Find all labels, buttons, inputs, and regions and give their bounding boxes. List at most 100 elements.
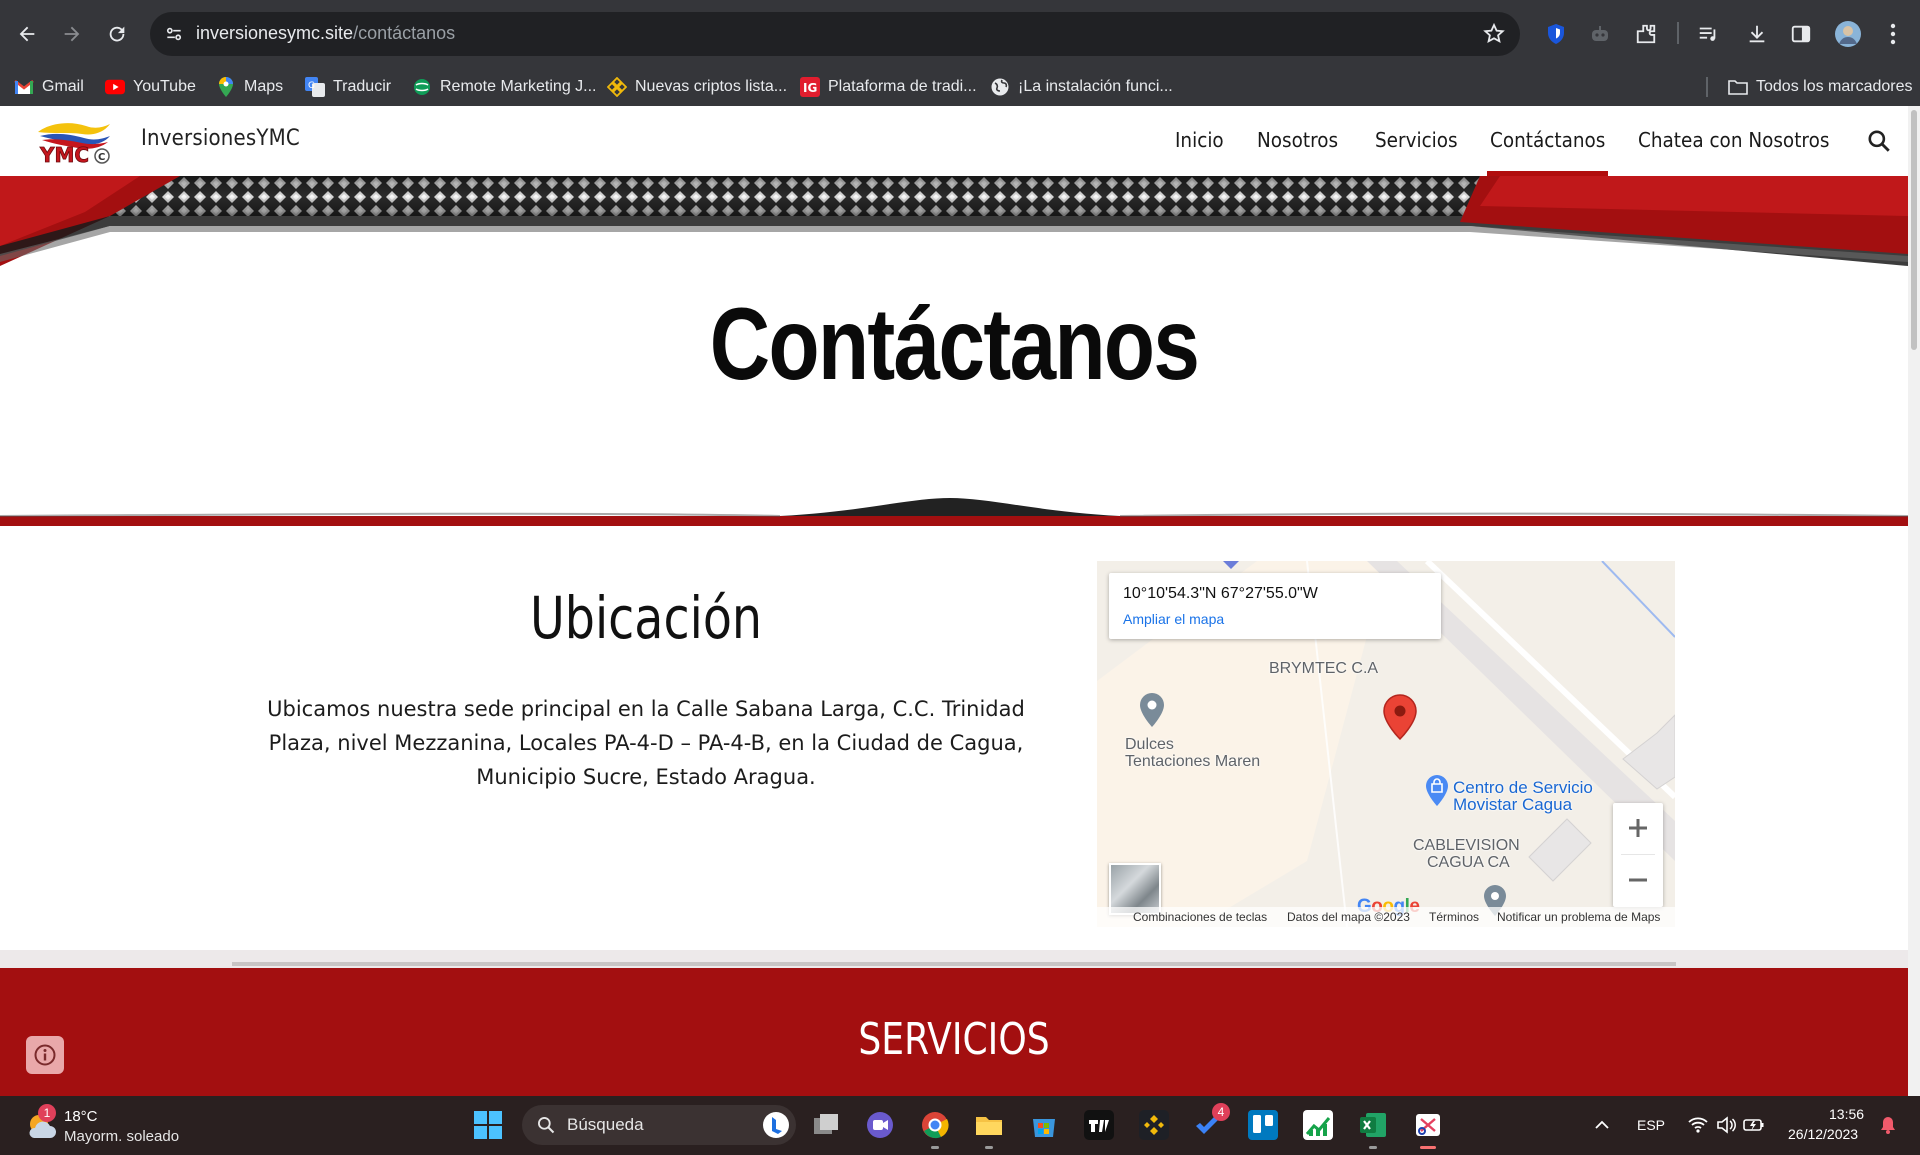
clock-date[interactable]: 26/12/2023	[1788, 1126, 1858, 1142]
translate-icon: G	[305, 77, 325, 97]
language-indicator[interactable]: ESP	[1637, 1117, 1665, 1133]
embedded-map[interactable]: BRYMTEC C.A Dulces Tentaciones Maren Cen…	[1097, 561, 1675, 927]
taskbar-trello[interactable]	[1245, 1107, 1281, 1143]
bookmark-instalacion[interactable]: ¡La instalación funci...	[990, 74, 1173, 100]
site-logo[interactable]: YMC C	[34, 118, 120, 166]
map-coordinates: 10°10'54.3"N 67°27'55.0"W	[1123, 585, 1318, 602]
taskbar-binance[interactable]	[1136, 1107, 1172, 1143]
taskbar-tradingview[interactable]	[1081, 1107, 1117, 1143]
bookmark-label: Gmail	[42, 78, 84, 95]
page-scrollbar[interactable]	[1908, 106, 1920, 1096]
bookmark-youtube[interactable]: YouTube	[105, 74, 196, 100]
map-label-dulces[interactable]: Dulces	[1125, 736, 1174, 753]
url-host: inversionesymc.site	[196, 23, 354, 43]
arrow-left-icon	[19, 26, 35, 42]
map-pin-gray-icon[interactable]	[1137, 691, 1167, 731]
bing-icon[interactable]	[762, 1111, 790, 1139]
chrome-menu-icon[interactable]	[1879, 20, 1907, 48]
bookmark-label: Traducir	[333, 78, 392, 95]
taskbar-meet-app[interactable]	[862, 1107, 898, 1143]
youtube-icon	[105, 77, 125, 97]
bookmark-star-icon[interactable]	[1482, 22, 1506, 46]
site-title[interactable]: InversionesYMC	[141, 126, 300, 151]
map-pin-red-icon[interactable]	[1381, 693, 1419, 741]
map-label-brymtec[interactable]: BRYMTEC C.A	[1269, 660, 1378, 677]
all-bookmarks-button[interactable]: Todos los marcadores	[1728, 74, 1913, 100]
ig-icon: IG	[800, 77, 820, 97]
bookmark-maps[interactable]: Maps	[216, 74, 283, 100]
bookmark-label: Nuevas criptos lista...	[635, 78, 788, 95]
chart-icon	[1303, 1110, 1333, 1140]
taskbar-search[interactable]: Búsqueda	[522, 1105, 796, 1145]
map-terms-link[interactable]: Términos	[1429, 910, 1479, 924]
bookmark-remote-marketing[interactable]: Remote Marketing J...	[412, 74, 597, 100]
running-indicator	[985, 1146, 993, 1149]
globe-icon	[990, 77, 1010, 97]
robot-extension-icon[interactable]	[1586, 20, 1614, 48]
section-divider	[232, 962, 1676, 966]
taskbar-excel[interactable]	[1355, 1107, 1391, 1149]
tray-overflow-button[interactable]	[1584, 1107, 1620, 1143]
shield-extension-icon[interactable]	[1542, 20, 1570, 48]
taskbar-file-explorer[interactable]	[971, 1107, 1007, 1149]
download-icon[interactable]	[1743, 20, 1771, 48]
taskbar-todo[interactable]: 4	[1190, 1103, 1230, 1143]
clock-time[interactable]: 13:56	[1829, 1106, 1864, 1122]
battery-status[interactable]	[1736, 1107, 1772, 1143]
svg-text:G: G	[308, 81, 315, 91]
task-view-button[interactable]	[808, 1107, 844, 1143]
weather-temperature: 18°C	[64, 1108, 98, 1125]
site-search-button[interactable]	[1866, 128, 1892, 154]
hero-banner-graphic	[0, 176, 1908, 286]
nav-inicio[interactable]: Inicio	[1175, 128, 1224, 152]
bookmark-nuevas-criptos[interactable]: Nuevas criptos lista...	[607, 74, 787, 100]
map-pin-store-icon[interactable]	[1423, 773, 1451, 811]
bookmark-label: Remote Marketing J...	[440, 78, 597, 95]
windows-taskbar: 1 18°C Mayorm. soleado Búsqueda 4 ESP 13…	[0, 1096, 1920, 1155]
url-text: inversionesymc.site/contáctanos	[196, 23, 455, 44]
map-zoom-controls	[1613, 803, 1663, 907]
start-button[interactable]	[470, 1107, 506, 1143]
bookmark-plataforma[interactable]: IG Plataforma de tradi...	[800, 74, 977, 100]
bookmark-traducir[interactable]: G Traducir	[305, 74, 391, 100]
extensions-puzzle-icon[interactable]	[1632, 20, 1660, 48]
nav-servicios[interactable]: Servicios	[1375, 128, 1458, 152]
nav-contactanos[interactable]: Contáctanos	[1490, 128, 1605, 152]
back-button[interactable]	[7, 14, 47, 54]
map-zoom-out-button[interactable]	[1613, 855, 1663, 905]
bookmark-gmail[interactable]: Gmail	[14, 74, 84, 100]
side-panel-icon[interactable]	[1787, 20, 1815, 48]
accessibility-button[interactable]	[26, 1036, 64, 1074]
arrow-right-icon	[64, 26, 80, 42]
nav-chatea[interactable]: Chatea con Nosotros	[1638, 128, 1829, 152]
forward-button[interactable]	[52, 14, 92, 54]
map-label-movistar-2[interactable]: Movistar Cagua	[1453, 796, 1572, 813]
map-keyboard-shortcuts[interactable]: Combinaciones de teclas	[1133, 910, 1267, 924]
map-enlarge-link[interactable]: Ampliar el mapa	[1123, 611, 1224, 627]
notifications-button[interactable]	[1870, 1107, 1906, 1143]
map-label-cablevision[interactable]: CABLEVISION	[1413, 837, 1520, 854]
map-label-cablevision-2[interactable]: CAGUA CA	[1427, 854, 1510, 871]
map-footer: Combinaciones de teclas Datos del mapa ©…	[1097, 907, 1675, 927]
reload-button[interactable]	[97, 14, 137, 54]
map-report-problem-link[interactable]: Notificar un problema de Maps	[1497, 910, 1660, 924]
nav-nosotros[interactable]: Nosotros	[1257, 128, 1338, 152]
address-bar[interactable]: inversionesymc.site/contáctanos	[150, 12, 1520, 56]
taskbar-search-placeholder: Búsqueda	[567, 1115, 644, 1134]
taskbar-store[interactable]	[1026, 1107, 1062, 1143]
map-data-attribution[interactable]: Datos del mapa ©2023	[1287, 910, 1410, 924]
map-zoom-in-button[interactable]	[1613, 803, 1663, 853]
scrollbar-thumb[interactable]	[1911, 110, 1917, 350]
taskbar-chrome[interactable]	[917, 1107, 953, 1149]
chevron-up-icon	[1595, 1120, 1609, 1129]
todo-badge: 4	[1212, 1103, 1230, 1121]
wifi-icon	[1688, 1117, 1708, 1133]
media-control-icon[interactable]	[1694, 20, 1722, 48]
map-label-dulces-2[interactable]: Tentaciones Maren	[1125, 753, 1260, 770]
weather-widget[interactable]: 1 18°C Mayorm. soleado	[22, 1104, 222, 1146]
taskbar-snipping-tool[interactable]	[1410, 1107, 1446, 1149]
taskbar-stocks[interactable]	[1300, 1107, 1336, 1143]
site-info-icon[interactable]	[162, 22, 186, 46]
profile-avatar[interactable]	[1834, 20, 1862, 48]
map-label-movistar[interactable]: Centro de Servicio	[1453, 779, 1593, 796]
